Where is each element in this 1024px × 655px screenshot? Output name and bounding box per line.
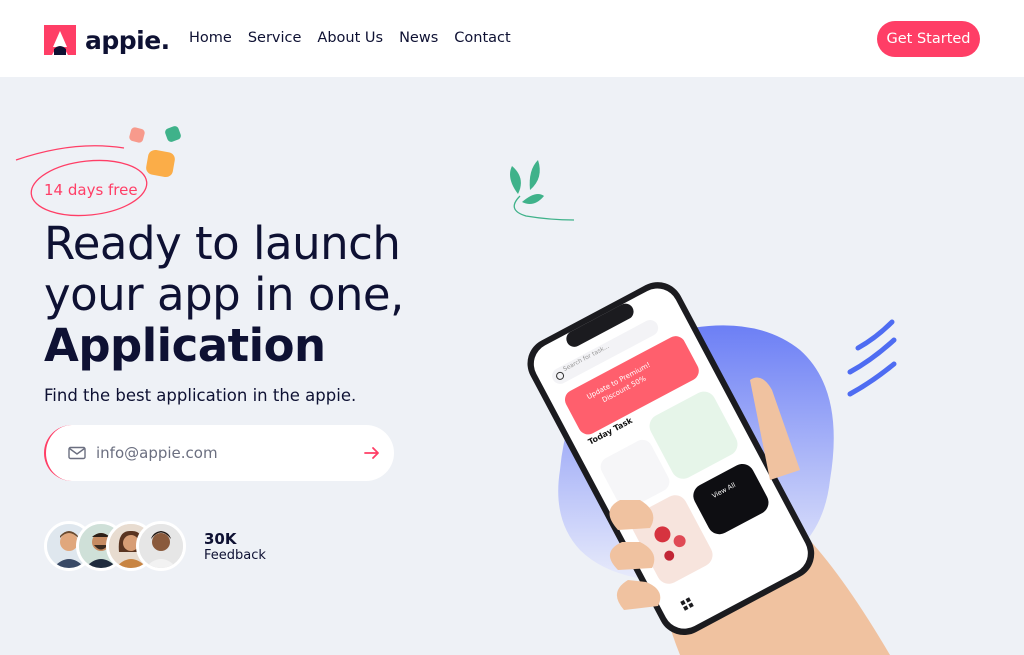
free-trial-badge: 14 days free [44, 181, 138, 199]
hero-title: Ready to launch your app in one, Applica… [44, 218, 404, 371]
logo-icon [44, 25, 76, 55]
hero-title-line1: Ready to launch [44, 217, 401, 270]
feedback-count: 30K [204, 530, 237, 548]
feedback-label: Feedback [204, 548, 266, 563]
nav-news[interactable]: News [399, 30, 438, 46]
hero-title-line2: your app in one, [44, 268, 404, 321]
avatar [136, 521, 186, 571]
get-started-button[interactable]: Get Started [877, 21, 980, 57]
nav-home[interactable]: Home [189, 30, 232, 46]
logo[interactable]: appie. [44, 24, 170, 56]
phone-section-title: Today Task [586, 415, 634, 447]
email-signup-form [44, 425, 394, 481]
hero-subtitle: Find the best application in the appie. [44, 386, 357, 405]
logo-text: appie. [85, 25, 170, 55]
badge-scribble [15, 145, 148, 217]
hero-title-line3: Application [44, 319, 326, 372]
nav-service[interactable]: Service [248, 30, 302, 46]
arrow-right-icon[interactable] [362, 443, 382, 463]
nav-contact[interactable]: Contact [454, 30, 510, 46]
feedback-avatars [44, 521, 186, 571]
decor-dot-green [164, 125, 182, 143]
nav-about-us[interactable]: About Us [317, 30, 383, 46]
email-input[interactable] [96, 444, 346, 462]
main-nav: Home Service About Us News Contact [189, 30, 527, 46]
phone-search-placeholder: Search for task... [562, 342, 611, 374]
envelope-icon [68, 446, 86, 460]
site-header: appie. Home Service About Us News Contac… [0, 0, 1024, 77]
phone-view-all[interactable]: View All [711, 481, 737, 500]
